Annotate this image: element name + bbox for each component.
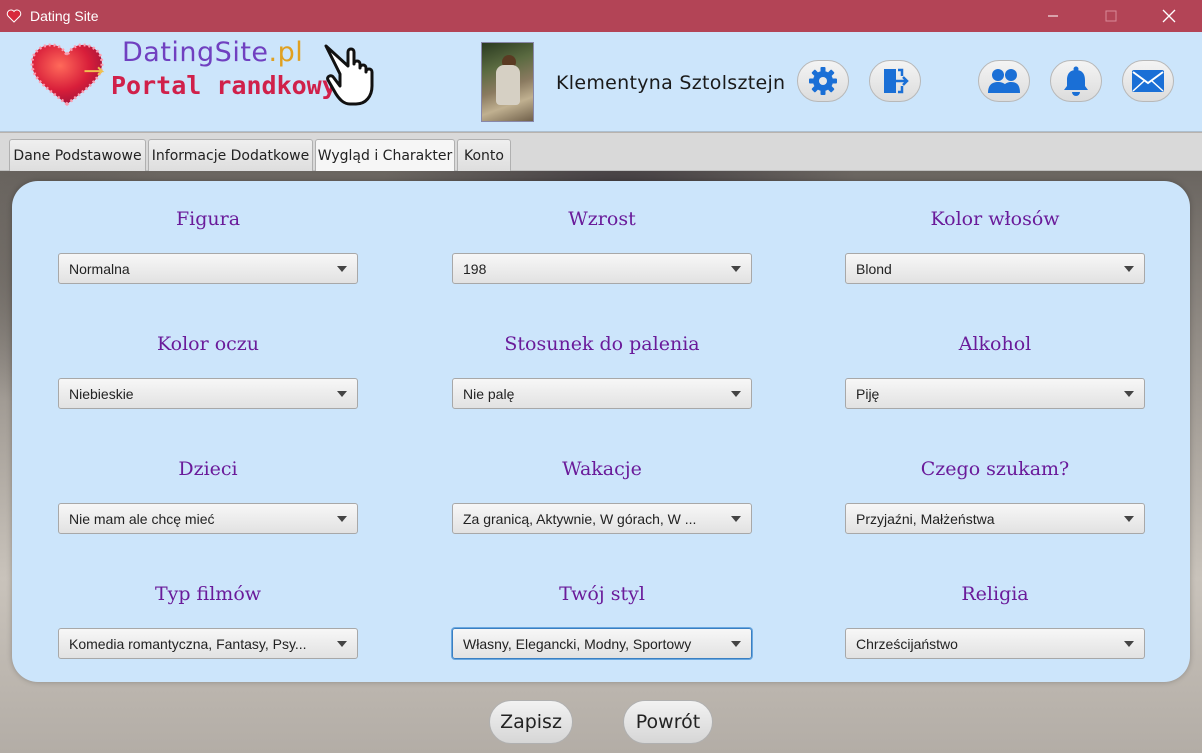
minimize-icon (1048, 15, 1058, 17)
bell-icon (1064, 66, 1088, 96)
dropdown-arrow-icon (1124, 641, 1134, 647)
notifications-button[interactable] (1050, 60, 1102, 102)
alkohol-select[interactable]: Piję (845, 378, 1145, 409)
avatar[interactable] (481, 42, 534, 122)
dropdown-arrow-icon (731, 641, 741, 647)
dropdown-arrow-icon (1124, 516, 1134, 522)
figura-select[interactable]: Normalna (58, 253, 358, 284)
logo-title: DatingSite.pl (122, 37, 304, 68)
logout-button[interactable] (869, 60, 921, 102)
dropdown-arrow-icon (337, 516, 347, 522)
label-kolor-wlosow: Kolor włosów (930, 208, 1060, 230)
typ-filmow-select[interactable]: Komedia romantyczna, Fantasy, Psy... (58, 628, 358, 659)
tab-informacje-dodatkowe[interactable]: Informacje Dodatkowe (148, 139, 313, 171)
pointing-hand-icon (324, 44, 374, 106)
label-alkohol: Alkohol (958, 333, 1032, 355)
label-wakacje: Wakacje (562, 458, 642, 480)
dropdown-arrow-icon (731, 391, 741, 397)
heart-app-icon (6, 9, 22, 23)
messages-button[interactable] (1122, 60, 1174, 102)
label-kolor-oczu: Kolor oczu (156, 333, 260, 355)
save-button[interactable]: Zapisz (489, 700, 573, 744)
close-button[interactable] (1146, 0, 1192, 32)
heart-logo-icon (30, 43, 105, 107)
dropdown-arrow-icon (337, 391, 347, 397)
window-title: Dating Site (30, 8, 99, 24)
label-palenie: Stosunek do palenia (504, 333, 700, 355)
title-bar: Dating Site (0, 0, 1202, 32)
tab-konto[interactable]: Konto (457, 139, 511, 171)
dropdown-arrow-icon (1124, 391, 1134, 397)
label-styl: Twój styl (559, 583, 645, 605)
back-button[interactable]: Powrót (623, 700, 713, 744)
tab-bar: Dane Podstawowe Informacje Dodatkowe Wyg… (0, 133, 1202, 171)
dropdown-arrow-icon (731, 516, 741, 522)
app-header: DatingSite.pl Portal randkowy Klementyna… (0, 32, 1202, 132)
tab-dane-podstawowe[interactable]: Dane Podstawowe (9, 139, 146, 171)
mail-icon (1132, 70, 1164, 92)
logout-icon (884, 68, 909, 94)
gear-icon (809, 67, 837, 95)
dropdown-arrow-icon (1124, 266, 1134, 272)
kolor-wlosow-select[interactable]: Blond (845, 253, 1145, 284)
label-figura: Figura (175, 208, 241, 230)
religia-select[interactable]: Chrześcijaństwo (845, 628, 1145, 659)
czego-szukam-select[interactable]: Przyjaźni, Małżeństwa (845, 503, 1145, 534)
dzieci-select[interactable]: Nie mam ale chcę mieć (58, 503, 358, 534)
label-religia: Religia (961, 583, 1029, 605)
label-wzrost: Wzrost (568, 208, 636, 230)
label-dzieci: Dzieci (178, 458, 238, 480)
users-icon (988, 69, 1020, 93)
styl-select[interactable]: Własny, Elegancki, Modny, Sportowy (452, 628, 752, 659)
dropdown-arrow-icon (731, 266, 741, 272)
dropdown-arrow-icon (337, 641, 347, 647)
tab-wyglad-i-charakter[interactable]: Wygląd i Charakter (315, 139, 455, 171)
settings-button[interactable] (797, 60, 849, 102)
maximize-icon (1105, 10, 1117, 22)
username-label: Klementyna Sztolsztejn (556, 72, 786, 94)
dropdown-arrow-icon (337, 266, 347, 272)
maximize-button[interactable] (1088, 0, 1134, 32)
kolor-oczu-select[interactable]: Niebieskie (58, 378, 358, 409)
friends-button[interactable] (978, 60, 1030, 102)
wzrost-select[interactable]: 198 (452, 253, 752, 284)
palenie-select[interactable]: Nie palę (452, 378, 752, 409)
appearance-form-panel: Figura Normalna Wzrost 198 Kolor włosów … (12, 181, 1190, 682)
label-czego-szukam: Czego szukam? (920, 458, 1070, 480)
close-icon (1162, 9, 1176, 23)
wakacje-select[interactable]: Za granicą, Aktywnie, W górach, W ... (452, 503, 752, 534)
label-typ-filmow: Typ filmów (154, 583, 262, 605)
logo-tagline: Portal randkowy (111, 71, 337, 100)
minimize-button[interactable] (1030, 0, 1076, 32)
